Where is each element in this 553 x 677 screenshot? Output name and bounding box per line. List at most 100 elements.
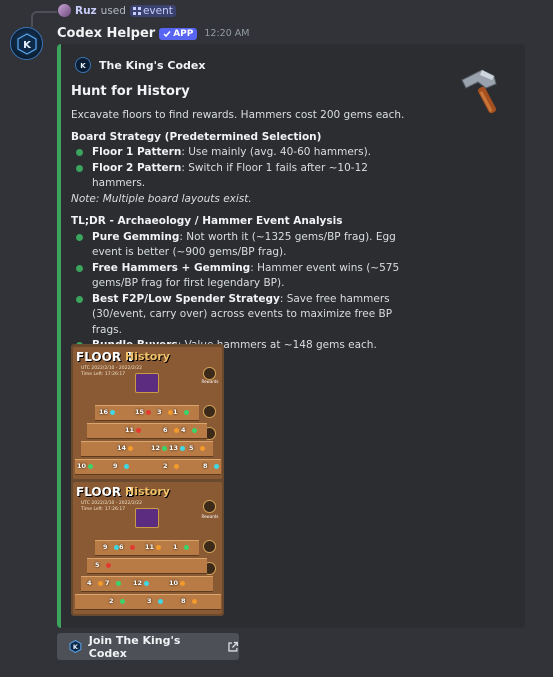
- board-cell-number: 3: [147, 597, 152, 605]
- gem-dot: [192, 428, 197, 433]
- gem-dot: [116, 581, 121, 586]
- list-item: Floor 1 Pattern: Use mainly (avg. 40-60 …: [71, 145, 411, 161]
- gem-dot: [120, 599, 125, 604]
- board-cell-number: 9: [103, 543, 108, 551]
- embed-title: Hunt for History: [71, 84, 190, 99]
- reply-used-text: used: [100, 4, 126, 17]
- reply-username[interactable]: Ruz: [75, 5, 97, 17]
- message-timestamp[interactable]: 12:20 AM: [204, 28, 249, 39]
- hammer-side-icon: [203, 405, 216, 418]
- codex-logo-icon: K: [16, 32, 37, 55]
- gem-dot: [128, 446, 133, 451]
- hammer-side-icon: [203, 540, 216, 553]
- join-server-button[interactable]: K Join The King's Codex: [57, 633, 239, 660]
- gem-dot: [146, 410, 151, 415]
- board-cell-number: 5: [189, 444, 194, 452]
- gem-dot: [200, 446, 205, 451]
- board-cell-number: 15: [135, 408, 145, 416]
- floor2-panel: FLOOR 2 History UTC 2022/2/10 - 2022/2/2…: [73, 482, 222, 614]
- slash-command-icon: [132, 6, 141, 15]
- note-text: Note: Multiple board layouts exist.: [71, 192, 252, 205]
- intro-text: Excavate floors to find rewards. Hammers…: [71, 109, 405, 121]
- slash-command[interactable]: event: [129, 4, 176, 17]
- app-badge: APP: [159, 27, 198, 40]
- board-cell-number: 7: [105, 579, 110, 587]
- rewards-label: Rewards: [201, 514, 219, 519]
- section-note: Note: Multiple board layouts exist.: [71, 192, 411, 208]
- board-cell-number: 11: [125, 426, 135, 434]
- gem-dot: [144, 581, 149, 586]
- floor2-subtitle: History: [125, 485, 170, 498]
- board-tier: [87, 558, 207, 574]
- gem-dot: [124, 464, 129, 469]
- slash-command-name: event: [142, 4, 173, 17]
- gem-dot: [184, 545, 189, 550]
- embed-author: K The King's Codex: [75, 57, 205, 73]
- codex-logo-icon: K: [69, 640, 82, 653]
- gem-dot: [110, 410, 115, 415]
- section-heading-tldr: TL;DR - Archaeology / Hammer Event Analy…: [71, 215, 343, 227]
- board-cell-number: 14: [117, 444, 127, 452]
- join-button-label: Join The King's Codex: [88, 633, 181, 660]
- floor1-timeleft: Time Left: 17:26:17: [81, 372, 126, 377]
- list-item: Floor 2 Pattern: Switch if Floor 1 fails…: [71, 161, 411, 192]
- gem-dot: [156, 545, 161, 550]
- gem-dot: [98, 581, 103, 586]
- section-heading-board: Board Strategy (Predetermined Selection): [71, 130, 322, 143]
- board-cell-number: 13: [169, 444, 179, 452]
- gem-dot: [214, 464, 219, 469]
- bot-name[interactable]: Codex Helper: [57, 26, 155, 41]
- bot-avatar[interactable]: K: [10, 27, 43, 60]
- embed-image[interactable]: FLOOR 1 History UTC 2022/2/10 - 2022/2/2…: [71, 344, 224, 616]
- board-cell-number: 16: [99, 408, 109, 416]
- list-item: Best F2P/Low Spender Strategy: Save free…: [71, 292, 411, 339]
- svg-text:K: K: [80, 62, 86, 70]
- gem-dot: [192, 599, 197, 604]
- board-cell-number: 2: [163, 462, 168, 470]
- reply-reference[interactable]: Ruz used event: [58, 4, 176, 17]
- board-cell-number: 10: [169, 579, 179, 587]
- rewards-chest-icon: [203, 500, 216, 513]
- gem-dot: [174, 464, 179, 469]
- user-avatar[interactable]: [58, 4, 71, 17]
- board-cell-number: 1: [173, 543, 178, 551]
- bullet-icon: [76, 295, 83, 303]
- bullet-icon: [76, 164, 83, 172]
- floor1-panel: FLOOR 1 History UTC 2022/2/10 - 2022/2/2…: [73, 347, 222, 479]
- board-cell-number: 8: [203, 462, 208, 470]
- bullet-icon: [76, 149, 83, 156]
- embed-description: Excavate floors to find rewards. Hammers…: [71, 108, 411, 354]
- bullet-icon: [76, 264, 83, 272]
- floor2-timeleft: Time Left: 17:26:17: [81, 507, 126, 512]
- gem-dot: [180, 581, 185, 586]
- board-cell-number: 3: [157, 408, 162, 416]
- relic-icon: [135, 508, 159, 528]
- board-cell-number: 8: [181, 597, 186, 605]
- app-badge-label: APP: [173, 28, 194, 39]
- gem-dot: [184, 410, 189, 415]
- list-item-bold: Free Hammers + Gemming: [92, 261, 251, 274]
- embed-author-name: The King's Codex: [99, 58, 206, 72]
- board-cell-number: 2: [109, 597, 114, 605]
- gem-dot: [136, 428, 141, 433]
- gem-dot: [162, 446, 167, 451]
- checkmark-icon: [163, 30, 171, 37]
- embed-card: K The King's Codex Hunt for History Exca…: [57, 44, 525, 628]
- gem-dot: [130, 545, 135, 550]
- list-item-bold: Floor 2 Pattern: [92, 161, 182, 174]
- board-cell-number: 4: [87, 579, 92, 587]
- floor1-subtitle: History: [125, 350, 170, 363]
- board-cell-number: 10: [77, 462, 87, 470]
- board-cell-number: 5: [95, 561, 100, 569]
- gem-dot: [88, 464, 93, 469]
- list-item-bold: Best F2P/Low Spender Strategy: [92, 292, 280, 305]
- svg-text:K: K: [23, 40, 32, 51]
- board-cell-number: 1: [173, 408, 178, 416]
- list-item-bold: Floor 1 Pattern: [92, 146, 182, 158]
- gem-dot: [180, 446, 185, 451]
- gem-dot: [106, 563, 111, 568]
- gem-dot: [158, 599, 163, 604]
- rewards-label: Rewards: [201, 379, 219, 384]
- list-item: Free Hammers + Gemming: Hammer event win…: [71, 261, 411, 292]
- message-header: Codex Helper APP 12:20 AM: [57, 26, 249, 41]
